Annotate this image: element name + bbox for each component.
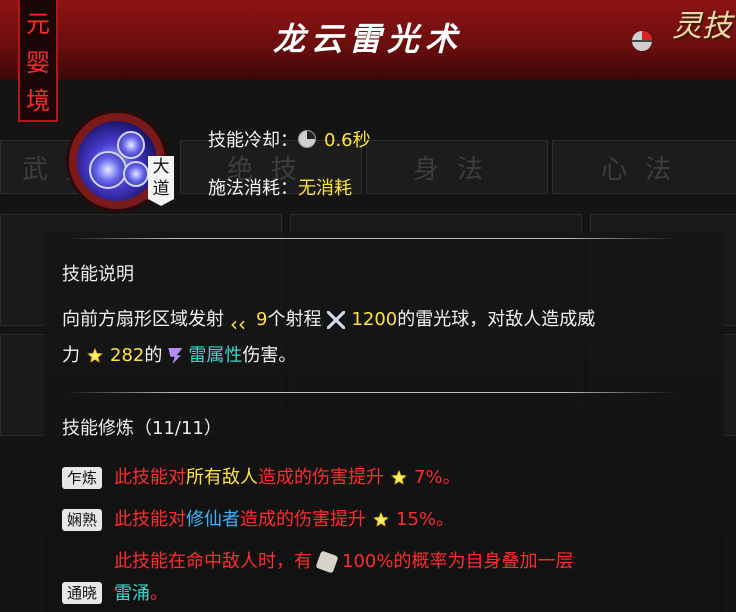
cultivation-title: 技能修炼（11/11） bbox=[62, 418, 222, 439]
bg-tab-movement: 身法 bbox=[366, 140, 548, 194]
realm-char: 境 bbox=[26, 87, 50, 116]
lightning-icon bbox=[168, 348, 183, 364]
burst-icon bbox=[390, 469, 408, 486]
arrows-icon bbox=[230, 306, 250, 342]
bg-tab-mind: 心法 bbox=[552, 140, 736, 194]
power-value: 282 bbox=[110, 345, 145, 366]
stone-icon bbox=[315, 550, 339, 574]
cultivation-badge: 通晓 bbox=[62, 582, 102, 604]
divider bbox=[66, 392, 676, 393]
burst-icon bbox=[86, 347, 104, 364]
cooldown-label: 技能冷却： bbox=[208, 130, 298, 151]
range-value: 1200 bbox=[351, 309, 398, 330]
cooldown-value: 0.6秒 bbox=[324, 130, 371, 151]
projectile-count: 9 bbox=[256, 309, 268, 330]
cross-arrows-icon bbox=[327, 311, 346, 329]
description-title: 技能说明 bbox=[62, 264, 134, 285]
clock-icon bbox=[298, 130, 316, 148]
cultivation-badge: 乍炼 bbox=[62, 467, 102, 489]
divider bbox=[66, 238, 676, 239]
cultivation-item: 娴熟 此技能对修仙者造成的伤害提升 15%。 bbox=[62, 504, 712, 536]
cost-label: 施法消耗： bbox=[208, 178, 298, 199]
record-icon[interactable] bbox=[632, 31, 652, 51]
skill-type-badge: 灵技 bbox=[672, 9, 732, 44]
cost-value: 无消耗 bbox=[298, 178, 352, 199]
cultivation-item: 乍炼 此技能对所有敌人造成的伤害提升 7%。 bbox=[62, 462, 712, 494]
cultivation-badge: 娴熟 bbox=[62, 509, 102, 531]
cost-row: 施法消耗： 无消耗 bbox=[208, 174, 352, 200]
burst-icon bbox=[372, 511, 390, 528]
cooldown-row: 技能冷却： 0.6秒 bbox=[208, 126, 371, 152]
skill-title: 龙云雷光术 bbox=[272, 20, 463, 58]
description-text: 向前方扇形区域发射9个射程1200的雷光球，对敌人造成威 力282的雷属性伤害。 bbox=[62, 302, 702, 374]
element-label: 雷属性 bbox=[188, 345, 243, 366]
tier-badge: 大 道 bbox=[148, 156, 174, 206]
cultivation-item: 通晓 此技能在命中敌人时，有 100%的概率为自身叠加一层 雷涌。 bbox=[62, 546, 712, 610]
